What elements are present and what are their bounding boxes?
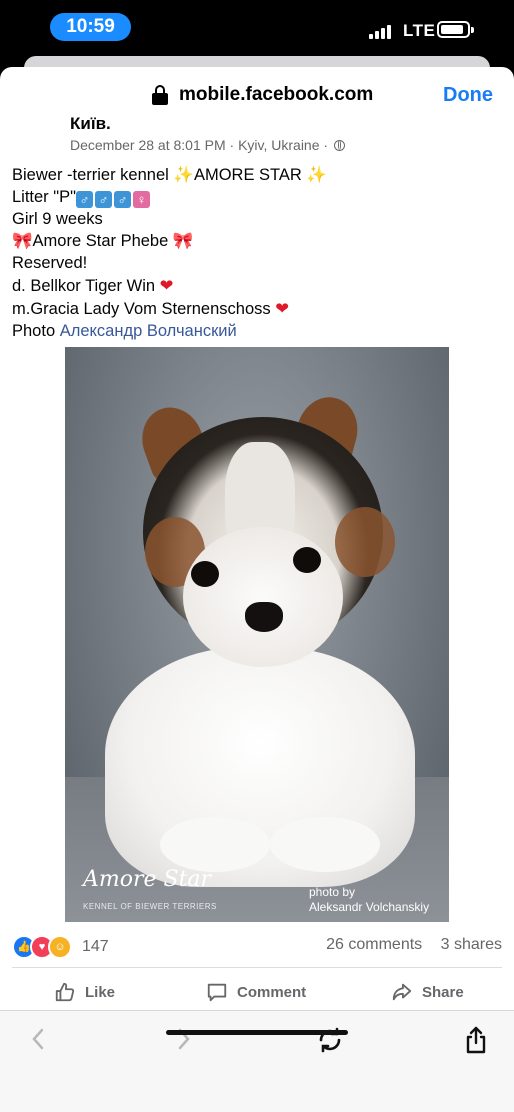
photo-credit: photo by Aleksandr Volchanskiy: [309, 885, 430, 914]
comment-button[interactable]: Comment: [206, 981, 306, 1003]
post-line: d. Bellkor Tiger Win ❤: [12, 275, 174, 295]
status-bar: 10:59 LTE: [0, 0, 514, 56]
thumbs-up-icon: [55, 982, 75, 1002]
puppy-eye: [191, 561, 219, 587]
shares-count[interactable]: 3 shares: [441, 936, 502, 953]
post-line: Litter "P" ♂ ♂ ♂ ♀: [12, 187, 327, 209]
post-line: Photo Александр Волчанский: [12, 321, 237, 340]
signal-icon: [369, 23, 397, 39]
status-time: 10:59: [50, 13, 131, 41]
kennel-logo-subtitle: KENNEL OF BIEWER TERRIERS: [83, 902, 217, 911]
share-arrow-icon: [392, 983, 412, 1001]
puppy-face: [183, 527, 343, 667]
divider: [12, 967, 502, 968]
globe-icon: [334, 139, 346, 151]
post-actions: Like Comment Share: [0, 975, 514, 1015]
share-sheet-icon[interactable]: [464, 1026, 488, 1054]
male-sign-icon: ♂: [76, 190, 93, 208]
post-timestamp-location[interactable]: December 28 at 8:01 PM · Kyiv, Ukraine ·: [70, 137, 328, 153]
url-bar[interactable]: mobile.facebook.com: [152, 84, 373, 106]
like-button[interactable]: Like: [54, 981, 115, 1003]
heart-icon: ❤: [159, 275, 174, 295]
puppy-nose: [245, 602, 283, 632]
back-chevron-icon[interactable]: [30, 1026, 46, 1052]
network-label: LTE: [403, 21, 436, 40]
sparkles-icon: ✨: [173, 165, 194, 184]
browser-toolbar: [0, 1010, 514, 1112]
post-text: Biewer -terrier kennel ✨AMORE STAR ✨ Lit…: [12, 164, 327, 342]
post-line: 🎀Amore Star Phebe 🎀: [12, 231, 194, 251]
heart-icon: ❤: [275, 298, 290, 318]
done-button[interactable]: Done: [443, 84, 493, 107]
post-line: Biewer -terrier kennel ✨AMORE STAR ✨: [12, 165, 327, 184]
engagement-counts: 26 comments 3 shares: [312, 936, 502, 954]
photographer-link[interactable]: Александр Волчанский: [60, 322, 237, 340]
ribbon-icon: 🎀: [172, 231, 194, 251]
comments-count[interactable]: 26 comments: [326, 936, 422, 953]
post-author[interactable]: Київ.: [70, 114, 111, 134]
ribbon-icon: 🎀: [12, 231, 33, 251]
home-indicator: [166, 1030, 348, 1035]
puppy-eye: [293, 547, 321, 573]
care-reaction-icon: ☺: [48, 935, 72, 959]
reaction-count: 147: [82, 938, 109, 955]
url-text: mobile.facebook.com: [179, 84, 374, 105]
male-sign-icon: ♂: [95, 190, 112, 208]
post-line: m.Gracia Lady Vom Sternenschoss ❤: [12, 298, 290, 318]
browser-sheet: mobile.facebook.com Done Київ. December …: [0, 67, 514, 1112]
post-line: Girl 9 weeks: [12, 209, 103, 228]
reactions-summary[interactable]: 👍 ♥ ☺ 147: [12, 935, 109, 959]
share-button[interactable]: Share: [391, 981, 464, 1003]
post-photo[interactable]: Amore Star KENNEL OF BIEWER TERRIERS pho…: [65, 347, 449, 922]
post-meta: December 28 at 8:01 PM · Kyiv, Ukraine ·: [70, 137, 346, 153]
comment-icon: [207, 983, 227, 1002]
sparkles-icon: ✨: [306, 165, 327, 184]
kennel-logo: Amore Star: [83, 867, 212, 892]
post-line: Reserved!: [12, 254, 88, 273]
lock-icon: [152, 85, 168, 105]
battery-icon: [437, 21, 474, 38]
male-sign-icon: ♂: [114, 190, 131, 208]
female-sign-icon: ♀: [133, 190, 150, 208]
